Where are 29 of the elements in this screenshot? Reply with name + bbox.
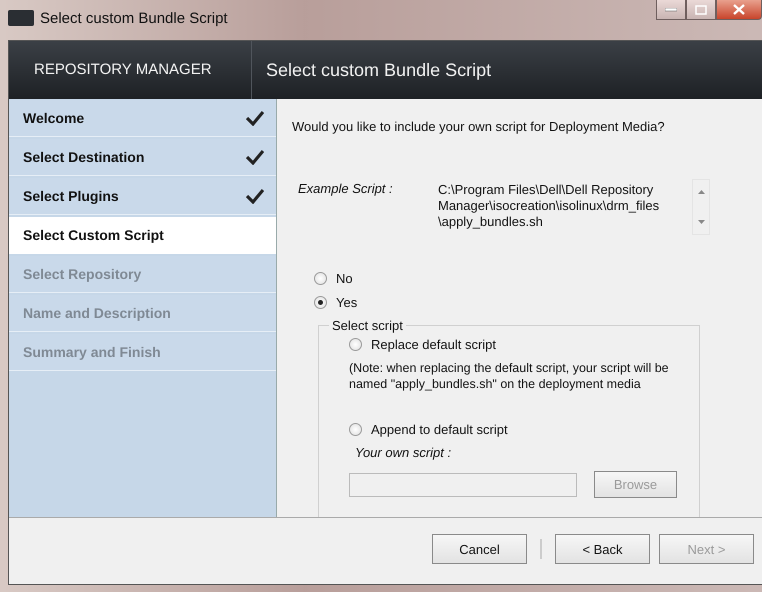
note-text: (Note: when replacing the default script, your script will be named "apply_bundles.sh" on the deployment media — [349, 360, 670, 392]
page-title: Select custom Bundle Script — [265, 60, 492, 80]
close-icon — [733, 4, 745, 15]
maximize-icon — [695, 4, 707, 14]
example-script-path: C:\Program Files\Dell\Dell Repository Manager\isocreation\isolinux\drm_files \apply_bundles.sh — [438, 181, 660, 231]
close-button[interactable] — [716, 0, 762, 20]
scroll-down-icon — [698, 220, 704, 224]
question-text: Would you like to include your own script for Deployment Media? — [292, 119, 666, 134]
radio-label: Append to default script — [371, 422, 508, 437]
window-title: Select custom Bundle Script — [40, 10, 228, 26]
radio-label: Yes — [336, 295, 358, 310]
radio-label: No — [336, 271, 353, 286]
scrollbar[interactable] — [692, 179, 710, 235]
radio-label: Replace default script — [371, 337, 496, 352]
radio-button[interactable] — [314, 272, 327, 285]
wizard-button[interactable]: Cancel — [432, 534, 527, 564]
wizard-button[interactable]: < Back — [555, 534, 650, 564]
scroll-up-icon — [698, 190, 704, 194]
group-legend: Select script — [329, 318, 406, 333]
radio-button[interactable] — [314, 296, 327, 309]
minimize-icon — [665, 8, 677, 12]
minimize-button[interactable] — [656, 0, 686, 20]
own-script-label: Your own script : — [355, 445, 452, 460]
radio-button[interactable] — [349, 423, 362, 436]
app-logo-icon — [8, 10, 34, 26]
maximize-button[interactable] — [686, 0, 716, 20]
example-script-label: Example Script : — [298, 180, 394, 198]
wizard-step[interactable]: Select Custom Script — [9, 217, 276, 254]
radio-button[interactable] — [349, 338, 362, 351]
